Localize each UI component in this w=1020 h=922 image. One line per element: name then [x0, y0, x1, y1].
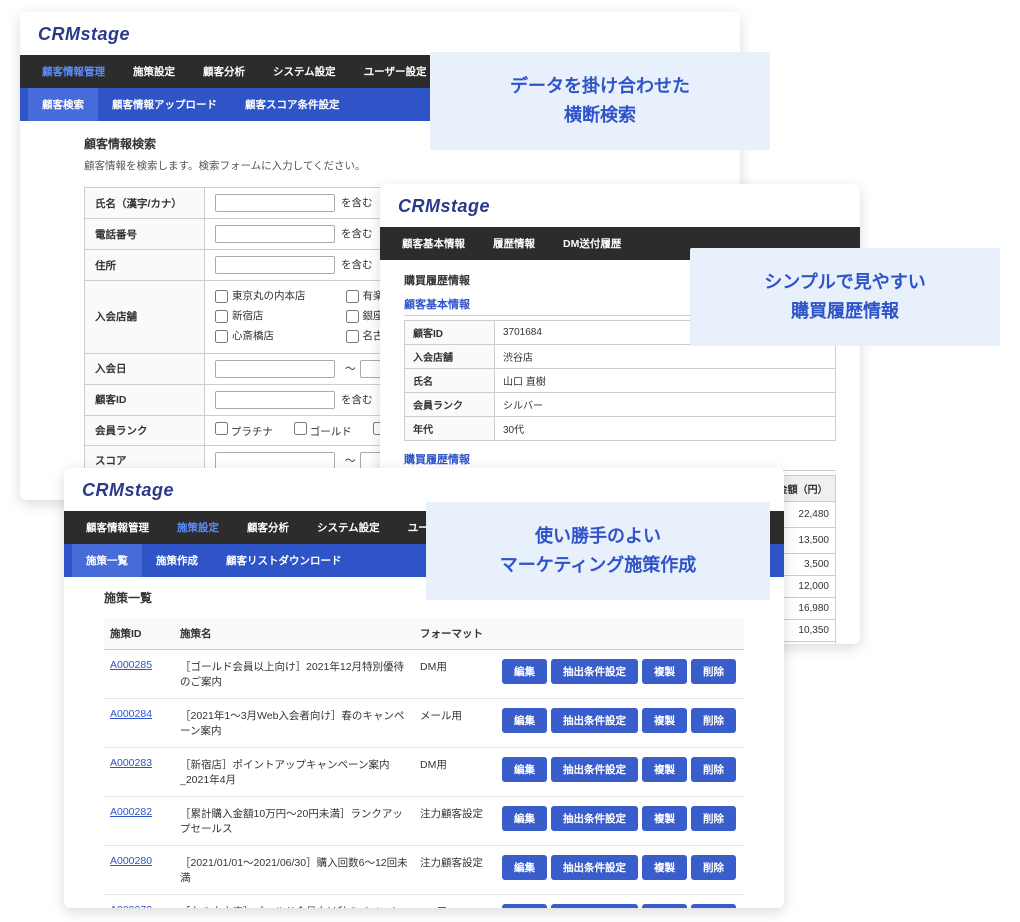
addr-input[interactable] — [215, 256, 335, 274]
campaign-name: ［丸の内本店］ゴールド会員向け秋のイベント案内_202011 — [174, 895, 414, 909]
joindate-from[interactable] — [215, 360, 335, 378]
table-row: A000284 ［2021年1～3月Web入会者向け］春のキャンペーン案内メール用… — [104, 699, 744, 748]
campaign-name: ［累計購入金額10万円～20円未満］ランクアップセールス — [174, 797, 414, 846]
conditions-button[interactable]: 抽出条件設定 — [551, 855, 638, 880]
nav-campaign[interactable]: 施策設定 — [163, 511, 233, 544]
cid-input[interactable] — [215, 391, 335, 409]
tel-input[interactable] — [215, 225, 335, 243]
label-addr: 住所 — [85, 250, 205, 281]
logo: CRMstage — [20, 12, 740, 55]
callout-search: データを掛け合わせた 横断検索 — [430, 52, 770, 150]
edit-button[interactable]: 編集 — [502, 757, 547, 782]
subnav-download[interactable]: 顧客リストダウンロード — [212, 544, 356, 577]
label-cid: 顧客ID — [85, 384, 205, 415]
campaign-id-link[interactable]: A000283 — [110, 757, 152, 769]
subnav-search[interactable]: 顧客検索 — [28, 88, 98, 121]
nav-analysis[interactable]: 顧客分析 — [189, 55, 259, 88]
shop-check[interactable] — [346, 290, 359, 303]
edit-button[interactable]: 編集 — [502, 708, 547, 733]
campaign-id-link[interactable]: A000285 — [110, 659, 152, 671]
label-tel: 電話番号 — [85, 219, 205, 250]
campaign-id-link[interactable]: A000280 — [110, 855, 152, 867]
table-row: A000280 ［2021/01/01～2021/06/30］購入回数6～12回未… — [104, 846, 744, 895]
nav-system[interactable]: システム設定 — [259, 55, 350, 88]
subnav-upload[interactable]: 顧客情報アップロード — [98, 88, 231, 121]
shop-check[interactable] — [215, 310, 228, 323]
callout-history: シンプルで見やすい 購買履歴情報 — [690, 248, 1000, 346]
label-joindate: 入会日 — [85, 353, 205, 384]
campaign-format: DM用 — [414, 748, 494, 797]
delete-button[interactable]: 削除 — [691, 659, 736, 684]
campaign-format: 注力顧客設定 — [414, 797, 494, 846]
table-row: A000285 ［ゴールド会員以上向け］2021年12月特別優待のご案内DM用編集… — [104, 650, 744, 699]
subnav-create[interactable]: 施策作成 — [142, 544, 212, 577]
table-row: A000282 ［累計購入金額10万円～20円未満］ランクアップセールス注力顧客設… — [104, 797, 744, 846]
conditions-button[interactable]: 抽出条件設定 — [551, 757, 638, 782]
label-rank: 会員ランク — [85, 415, 205, 445]
nav-campaign[interactable]: 施策設定 — [119, 55, 189, 88]
nav-customer-info[interactable]: 顧客情報管理 — [28, 55, 119, 88]
duplicate-button[interactable]: 複製 — [642, 806, 687, 831]
campaign-id-link[interactable]: A000272 — [110, 904, 152, 908]
edit-button[interactable]: 編集 — [502, 904, 547, 908]
edit-button[interactable]: 編集 — [502, 659, 547, 684]
duplicate-button[interactable]: 複製 — [642, 855, 687, 880]
shop-check[interactable] — [215, 330, 228, 343]
nav-dm[interactable]: DM送付履歴 — [549, 227, 635, 260]
campaign-name: ［新宿店］ポイントアップキャンペーン案内_2021年4月 — [174, 748, 414, 797]
campaign-format: DM用 — [414, 650, 494, 699]
delete-button[interactable]: 削除 — [691, 757, 736, 782]
nav-analysis[interactable]: 顧客分析 — [233, 511, 303, 544]
callout-campaign: 使い勝手のよい マーケティング施策作成 — [426, 502, 770, 600]
shop-check[interactable] — [215, 290, 228, 303]
duplicate-button[interactable]: 複製 — [642, 708, 687, 733]
duplicate-button[interactable]: 複製 — [642, 757, 687, 782]
name-input[interactable] — [215, 194, 335, 212]
rank-check[interactable] — [215, 422, 228, 435]
duplicate-button[interactable]: 複製 — [642, 659, 687, 684]
campaign-format: メール用 — [414, 699, 494, 748]
edit-button[interactable]: 編集 — [502, 855, 547, 880]
conditions-button[interactable]: 抽出条件設定 — [551, 659, 638, 684]
delete-button[interactable]: 削除 — [691, 904, 736, 908]
subnav-score[interactable]: 顧客スコア条件設定 — [231, 88, 354, 121]
campaign-table: 施策ID 施策名 フォーマット A000285［ゴールド会員以上向け］2021年… — [104, 618, 744, 908]
campaign-id-link[interactable]: A000282 — [110, 806, 152, 818]
contains-text: を含む — [341, 197, 373, 209]
delete-button[interactable]: 削除 — [691, 855, 736, 880]
page-desc: 顧客情報を検索します。検索フォームに入力してください。 — [20, 158, 740, 183]
conditions-button[interactable]: 抽出条件設定 — [551, 708, 638, 733]
nav-system[interactable]: システム設定 — [303, 511, 394, 544]
nav-customer-info[interactable]: 顧客情報管理 — [72, 511, 163, 544]
label-shop: 入会店舗 — [85, 281, 205, 354]
campaign-name: ［2021年1～3月Web入会者向け］春のキャンペーン案内 — [174, 699, 414, 748]
nav-user[interactable]: ユーザー設定 — [350, 55, 441, 88]
campaign-name: ［ゴールド会員以上向け］2021年12月特別優待のご案内 — [174, 650, 414, 699]
campaign-name: ［2021/01/01～2021/06/30］購入回数6～12回未満 — [174, 846, 414, 895]
label-name: 氏名（漢字/カナ） — [85, 188, 205, 219]
campaign-id-link[interactable]: A000284 — [110, 708, 152, 720]
logo: CRMstage — [380, 184, 860, 227]
campaign-format: 注力顧客設定 — [414, 846, 494, 895]
nav-basic[interactable]: 顧客基本情報 — [388, 227, 479, 260]
shop-check[interactable] — [346, 310, 359, 323]
nav-history[interactable]: 履歴情報 — [479, 227, 549, 260]
campaign-format: DM用 — [414, 895, 494, 909]
conditions-button[interactable]: 抽出条件設定 — [551, 806, 638, 831]
delete-button[interactable]: 削除 — [691, 708, 736, 733]
delete-button[interactable]: 削除 — [691, 806, 736, 831]
table-row: A000272 ［丸の内本店］ゴールド会員向け秋のイベント案内_202011DM用… — [104, 895, 744, 909]
edit-button[interactable]: 編集 — [502, 806, 547, 831]
duplicate-button[interactable]: 複製 — [642, 904, 687, 908]
rank-check[interactable] — [294, 422, 307, 435]
shop-check[interactable] — [346, 330, 359, 343]
subnav-list[interactable]: 施策一覧 — [72, 544, 142, 577]
table-row: A000283 ［新宿店］ポイントアップキャンペーン案内_2021年4月DM用編集… — [104, 748, 744, 797]
conditions-button[interactable]: 抽出条件設定 — [551, 904, 638, 908]
